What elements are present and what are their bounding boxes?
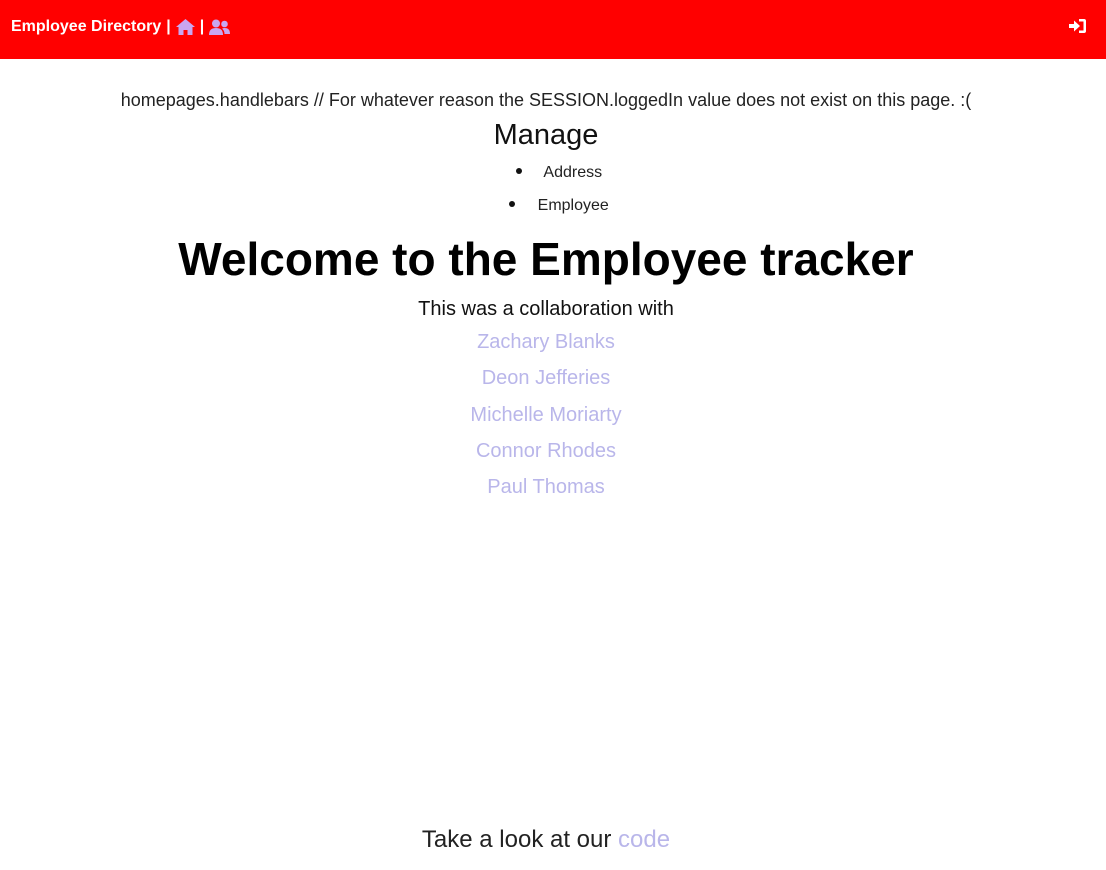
collaborator-item: Michelle Moriarty <box>0 402 1092 438</box>
manage-title: Manage <box>493 119 599 151</box>
collaborator-list: Zachary Blanks Deon Jefferies Michelle M… <box>0 329 1092 510</box>
users-icon <box>209 19 231 35</box>
collaborator-item: Deon Jefferies <box>0 365 1092 401</box>
brand-title[interactable]: Employee Directory <box>11 18 161 36</box>
brand-separator-2: | <box>199 18 205 35</box>
manage-item-employee: Employee <box>0 195 1106 228</box>
sign-in-icon <box>1069 19 1086 33</box>
bullet-icon <box>515 167 522 174</box>
bullet-icon <box>509 200 516 207</box>
manage-item-address: Address <box>0 162 1106 195</box>
collaborator-item: Zachary Blanks <box>0 329 1092 365</box>
collaborator-link-connor-rhodes[interactable]: Connor Rhodes <box>476 440 616 462</box>
navbar: Employee Directory | | <box>0 0 1106 59</box>
footer: Take a look at our code <box>0 826 1092 854</box>
collaborator-link-zachary-blanks[interactable]: Zachary Blanks <box>477 331 615 353</box>
manage-link-employee[interactable]: Employee <box>538 197 609 214</box>
collaborator-link-deon-jefferies[interactable]: Deon Jefferies <box>482 367 611 389</box>
brand: Employee Directory | | <box>11 16 231 38</box>
collaborator-item: Paul Thomas <box>0 474 1092 510</box>
collaboration-intro: This was a collaboration with <box>418 298 674 320</box>
manage-link-address[interactable]: Address <box>543 164 602 181</box>
brand-separator: | <box>166 18 171 35</box>
page-title: Welcome to the Employee tracker <box>178 233 914 285</box>
login-link[interactable] <box>1069 18 1086 34</box>
collaborator-link-paul-thomas[interactable]: Paul Thomas <box>487 476 604 498</box>
home-link[interactable] <box>175 19 195 35</box>
collaborator-item: Connor Rhodes <box>0 438 1092 474</box>
home-icon <box>175 19 195 35</box>
code-link[interactable]: code <box>618 826 670 853</box>
employees-link[interactable] <box>209 19 231 35</box>
session-note: homepages.handlebars // For whatever rea… <box>120 90 972 110</box>
footer-text: Take a look at our <box>421 826 612 853</box>
collaborator-link-michelle-moriarty[interactable]: Michelle Moriarty <box>470 404 621 426</box>
manage-list: Address Employee <box>0 162 1106 228</box>
